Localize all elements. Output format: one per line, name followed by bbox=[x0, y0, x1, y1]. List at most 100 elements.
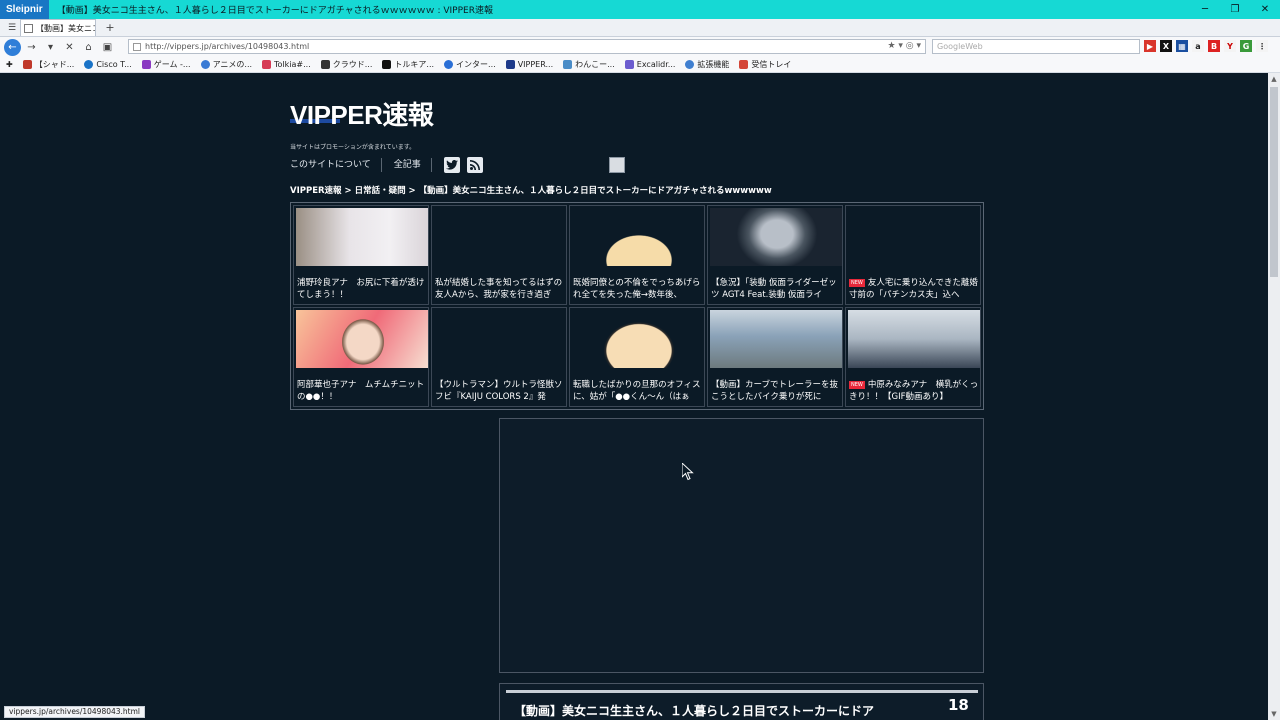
new-tab-button[interactable]: + bbox=[96, 19, 124, 36]
bookmark-item[interactable]: トルキア... bbox=[382, 59, 434, 70]
bookmark-item[interactable]: 【シャド... bbox=[22, 59, 74, 70]
article-card[interactable]: 浦野玲良アナ お尻に下着が透けてしまう！！ bbox=[293, 205, 429, 305]
b-icon[interactable]: B bbox=[1208, 40, 1220, 52]
history-dropdown-icon[interactable]: ▾ bbox=[42, 39, 59, 56]
bookmarks-bar: ✚ 【シャド... Cisco T... ゲーム -... アニメの... To… bbox=[0, 57, 1280, 73]
minimize-button[interactable]: ─ bbox=[1190, 0, 1220, 19]
bookmark-icon bbox=[200, 60, 210, 69]
article-thumbnail bbox=[434, 208, 566, 266]
article-card[interactable]: 【動画】カーブでトレーラーを抜こうとしたバイク乗りが死に bbox=[707, 307, 843, 407]
scroll-up-icon[interactable]: ▲ bbox=[1268, 73, 1280, 85]
rss-icon[interactable] bbox=[466, 157, 483, 173]
bookmark-add-icon[interactable]: ✚ bbox=[6, 60, 13, 69]
bookmark-icon bbox=[563, 60, 573, 69]
site-logo[interactable]: VIPPER速報 bbox=[290, 95, 434, 132]
article-card[interactable]: NEW 友人宅に乗り込んできた離婚寸前の「パチンカス夫」込へ bbox=[845, 205, 981, 305]
bookmark-item[interactable]: インター... bbox=[444, 59, 496, 70]
tab-bar: ☰ 【動画】美女ニコ... ✕ + bbox=[0, 19, 1280, 37]
stop-button[interactable]: ✕ bbox=[61, 39, 78, 56]
app-menu-button[interactable]: Sleipnir bbox=[0, 0, 49, 19]
forward-button[interactable]: → bbox=[23, 39, 40, 56]
article-heading: 【動画】美女ニコ生主さん、１人暮らし２日目でストーカーにドア bbox=[514, 704, 875, 718]
scroll-down-icon[interactable]: ▼ bbox=[1268, 708, 1280, 720]
new-badge: NEW bbox=[849, 380, 865, 389]
article-title: NEW 中原みなみアナ 横乳がくっきり！！【GIF動画あり】 bbox=[849, 380, 979, 402]
article-card[interactable]: 阿部華也子アナ ムチムチニットの●●！！ bbox=[293, 307, 429, 407]
site-navigation: このサイトについて 全記事 bbox=[290, 157, 490, 173]
article-thumbnail bbox=[434, 310, 566, 368]
article-title: NEW 友人宅に乗り込んできた離婚寸前の「パチンカス夫」込へ bbox=[849, 278, 978, 300]
tab-label: 【動画】美女ニコ... bbox=[36, 23, 95, 33]
bookmark-item[interactable]: Excalidr... bbox=[624, 60, 675, 69]
site-search-icon[interactable] bbox=[609, 157, 625, 173]
gmail-icon bbox=[739, 60, 749, 69]
article-thumbnail bbox=[848, 208, 980, 266]
youtube-icon[interactable]: ▶ bbox=[1144, 40, 1156, 52]
article-card[interactable]: 私が結婚した事を知ってるはずの友人Aから、我が家を行き過ぎ bbox=[431, 205, 567, 305]
title-bar: Sleipnir 【動画】美女ニコ生主さん、１人暮らし２日目でストーカーにドアガ… bbox=[0, 0, 1280, 19]
article-card[interactable]: 【ウルトラマン】ウルトラ怪獣ソフビ『KAIJU COLORS 2』発 bbox=[431, 307, 567, 407]
window-title: 【動画】美女ニコ生主さん、１人暮らし２日目でストーカーにドアガチャされるｗｗｗｗ… bbox=[56, 6, 493, 16]
save-page-icon[interactable]: ▣ bbox=[99, 39, 116, 56]
article-title: 【ウルトラマン】ウルトラ怪獣ソフビ『KAIJU COLORS 2』発 bbox=[435, 380, 563, 402]
article-card[interactable]: 転職したばかりの旦那のオフィスに、姑が「●●くん〜ん（はぁ bbox=[569, 307, 705, 407]
breadcrumb: VIPPER速報 > 日常話・疑問 > 【動画】美女ニコ生主さん、１人暮らし２日… bbox=[290, 186, 772, 196]
about-link[interactable]: このサイトについて bbox=[290, 158, 382, 172]
bookmark-item[interactable]: Cisco T... bbox=[84, 60, 132, 69]
google-icon[interactable]: G bbox=[1240, 40, 1252, 52]
page-scrollbar[interactable]: ▲ ▼ bbox=[1268, 73, 1280, 720]
address-bar[interactable]: http://vippers.jp/archives/10498043.html… bbox=[128, 39, 926, 54]
ad-placeholder bbox=[499, 418, 984, 673]
article-card[interactable]: 既婚同僚との不倫をでっちあげられ全てを失った俺→数年後、 bbox=[569, 205, 705, 305]
web-page: VIPPER速報 当サイトはプロモーションが含まれています。 このサイトについて… bbox=[0, 73, 1268, 720]
bookmark-item[interactable]: 受信トレイ bbox=[739, 59, 791, 70]
restore-button[interactable]: ❐ bbox=[1220, 0, 1250, 19]
bookmark-item[interactable]: ゲーム -... bbox=[141, 59, 191, 70]
bookmark-icon bbox=[505, 60, 515, 69]
article-card[interactable]: NEW 中原みなみアナ 横乳がくっきり！！【GIF動画あり】 bbox=[845, 307, 981, 407]
amazon-icon[interactable]: a bbox=[1192, 40, 1204, 52]
bookmark-icon bbox=[624, 60, 634, 69]
article-title: 阿部華也子アナ ムチムチニットの●●！！ bbox=[297, 380, 425, 402]
extension-icons: ▶ X ▦ a B Y G ⋮ bbox=[1144, 40, 1272, 52]
bookmark-icon bbox=[382, 60, 392, 69]
bookmark-icon bbox=[320, 60, 330, 69]
menu-icon[interactable]: ⋮ bbox=[1256, 40, 1268, 52]
article-title: 私が結婚した事を知ってるはずの友人Aから、我が家を行き過ぎ bbox=[435, 278, 563, 300]
new-badge: NEW bbox=[849, 278, 865, 287]
twitter-icon[interactable] bbox=[443, 157, 460, 173]
tab-list-icon[interactable]: ☰ bbox=[4, 20, 20, 36]
bookmark-item[interactable]: アニメの... bbox=[200, 59, 252, 70]
all-articles-link[interactable]: 全記事 bbox=[394, 158, 432, 172]
article-thumbnail bbox=[710, 208, 842, 266]
scroll-thumb[interactable] bbox=[1270, 87, 1278, 277]
article-thumbnail bbox=[296, 208, 428, 266]
article-divider bbox=[506, 690, 978, 693]
article-title: 【動画】カーブでトレーラーを抜こうとしたバイク乗りが死に bbox=[711, 380, 838, 402]
yahoo-icon[interactable]: Y bbox=[1224, 40, 1236, 52]
close-window-button[interactable]: ✕ bbox=[1250, 0, 1280, 19]
bookmark-star-icon[interactable]: ★ ▾ ◎ ▾ bbox=[887, 41, 921, 51]
comment-count: 18 bbox=[948, 696, 969, 714]
bookmark-item[interactable]: Tolkia#... bbox=[262, 60, 311, 69]
article-title: 【急況】「装動 仮面ライダーゼッツ AGT4 Feat.装動 仮面ライ bbox=[711, 278, 837, 300]
promotion-notice: 当サイトはプロモーションが含まれています。 bbox=[290, 144, 416, 151]
x-icon[interactable]: X bbox=[1160, 40, 1172, 52]
tab-active[interactable]: 【動画】美女ニコ... ✕ bbox=[20, 19, 96, 36]
article-thumbnail bbox=[710, 310, 842, 368]
bookmark-item[interactable]: VIPPER... bbox=[505, 60, 553, 69]
search-input[interactable]: GoogleWeb bbox=[932, 39, 1140, 54]
bookmark-icon bbox=[262, 60, 272, 69]
article-card[interactable]: 【急況】「装動 仮面ライダーゼッツ AGT4 Feat.装動 仮面ライ bbox=[707, 205, 843, 305]
news-icon[interactable]: ▦ bbox=[1176, 40, 1188, 52]
bookmark-item[interactable]: クラウド... bbox=[320, 59, 372, 70]
bookmark-icon bbox=[141, 60, 151, 69]
home-button[interactable]: ⌂ bbox=[80, 39, 97, 56]
bookmark-icon bbox=[22, 60, 32, 69]
article-title: 浦野玲良アナ お尻に下着が透けてしまう！！ bbox=[297, 278, 425, 300]
back-button[interactable]: ← bbox=[4, 38, 21, 56]
bookmark-item[interactable]: 拡張機能 bbox=[685, 59, 729, 70]
bookmark-icon bbox=[444, 60, 454, 69]
bookmark-item[interactable]: わんこー... bbox=[563, 59, 615, 70]
article-thumbnail bbox=[572, 310, 704, 368]
